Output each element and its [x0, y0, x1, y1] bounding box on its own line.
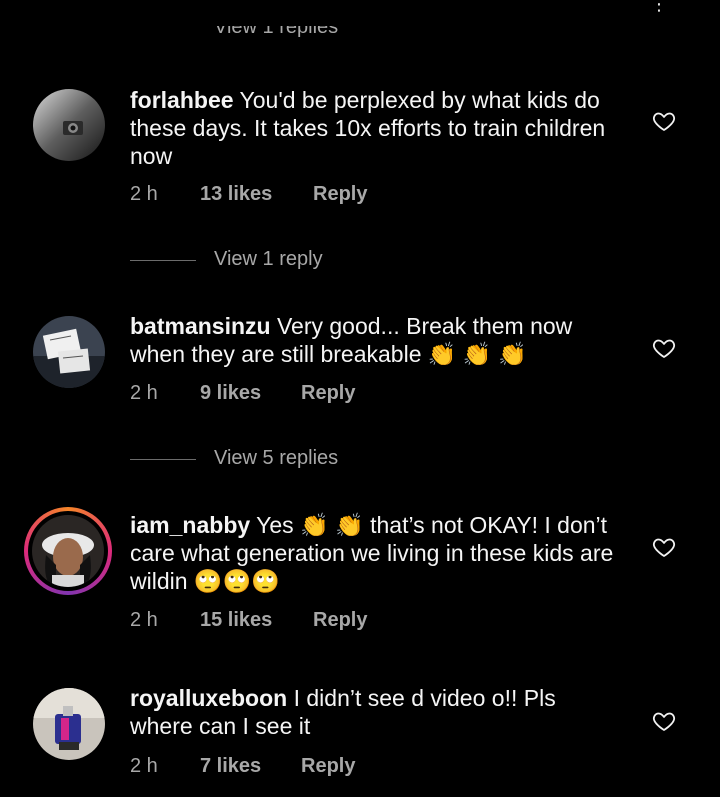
comment-username[interactable]: royalluxeboon	[130, 685, 287, 711]
heart-outline-icon[interactable]	[652, 535, 676, 559]
view-replies-partial[interactable]: View 1 replies	[214, 26, 344, 40]
comment-time: 2 h	[130, 382, 158, 404]
comment-text: royalluxeboon I didn’t see d video o!! P…	[130, 684, 620, 740]
avatar-story-ring[interactable]	[24, 507, 112, 595]
comment-text: iam_nabby Yes 👏 👏 that’s not OKAY! I don…	[130, 511, 620, 595]
comment-username[interactable]: forlahbee	[130, 87, 234, 113]
avatar	[28, 511, 108, 591]
heart-outline-icon[interactable]	[652, 336, 676, 360]
view-replies-label: View 5 replies	[214, 447, 339, 469]
comment-time: 2 h	[130, 755, 158, 777]
heart-outline-icon[interactable]	[652, 109, 676, 133]
heart-outline-icon[interactable]	[652, 709, 676, 733]
avatar[interactable]	[33, 688, 105, 760]
avatar[interactable]	[33, 316, 105, 388]
reply-button[interactable]: Reply	[313, 609, 367, 632]
divider	[130, 260, 196, 261]
comment-username[interactable]: iam_nabby	[130, 512, 250, 538]
comment-likes[interactable]: 9 likes	[200, 382, 261, 405]
comment-username[interactable]: batmansinzu	[130, 313, 271, 339]
comment-time: 2 h	[130, 609, 158, 631]
comment-likes[interactable]: 15 likes	[200, 609, 272, 632]
divider	[130, 459, 196, 460]
comment-text: forlahbee You'd be perplexed by what kid…	[130, 86, 620, 170]
reply-button[interactable]: Reply	[301, 382, 355, 405]
comment-text: batmansinzu Very good... Break them now …	[130, 312, 620, 368]
comment-time: 2 h	[130, 183, 158, 205]
comment-likes[interactable]: 7 likes	[200, 755, 261, 778]
reply-button[interactable]: Reply	[313, 183, 367, 206]
view-replies-partial-label: View 1 replies	[214, 26, 339, 38]
view-replies-label: View 1 reply	[214, 248, 323, 270]
comment-likes[interactable]: 13 likes	[200, 183, 272, 206]
reply-button[interactable]: Reply	[301, 755, 355, 778]
more-icon[interactable]: ⋮	[650, 0, 668, 15]
avatar[interactable]	[33, 89, 105, 161]
